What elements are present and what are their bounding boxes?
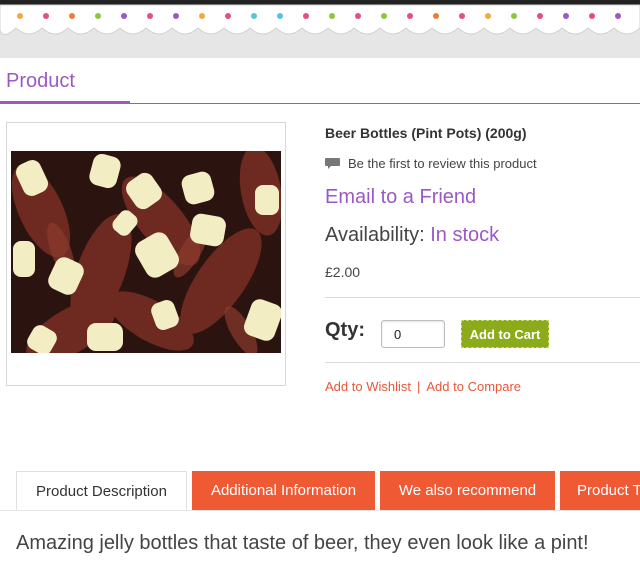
scalloped-border [0,0,640,35]
heading-accent-underline [0,101,130,104]
page-title: Product [6,70,75,92]
availability-value: In stock [430,224,500,246]
page-heading-bar: Product [0,62,640,106]
tabs-baseline [0,510,640,511]
review-prompt-link[interactable]: Be the first to review this product [348,156,537,171]
link-separator: | [416,379,421,394]
product-action-links: Add to Wishlist | Add to Compare [325,379,521,394]
tab-we-also-recommend[interactable]: We also recommend [380,471,555,510]
product-name: Beer Bottles (Pint Pots) (200g) [325,125,527,141]
qty-input[interactable] [381,320,445,348]
product-price: £2.00 [325,264,361,280]
product-description-text: Amazing jelly bottles that taste of beer… [16,532,589,554]
add-to-compare-link[interactable]: Add to Compare [426,379,521,394]
divider [325,362,640,363]
availability-label: Availability: [325,224,425,246]
availability: Availability: In stock [325,224,499,247]
email-friend-link[interactable]: Email to a Friend [325,186,476,209]
product-image-frame[interactable] [6,122,286,386]
decorative-header-band [0,0,640,58]
review-prompt-row[interactable]: Be the first to review this product [325,156,537,171]
product-image [11,151,281,353]
add-to-cart-button[interactable]: Add to Cart [461,320,549,348]
tab-additional-information[interactable]: Additional Information [192,471,375,510]
qty-label: Qty: [325,319,365,341]
tab-product-tags[interactable]: Product T [560,471,640,510]
add-to-wishlist-link[interactable]: Add to Wishlist [325,379,411,394]
tab-product-description[interactable]: Product Description [16,471,187,510]
speech-bubble-icon [325,157,340,169]
divider [325,297,640,298]
